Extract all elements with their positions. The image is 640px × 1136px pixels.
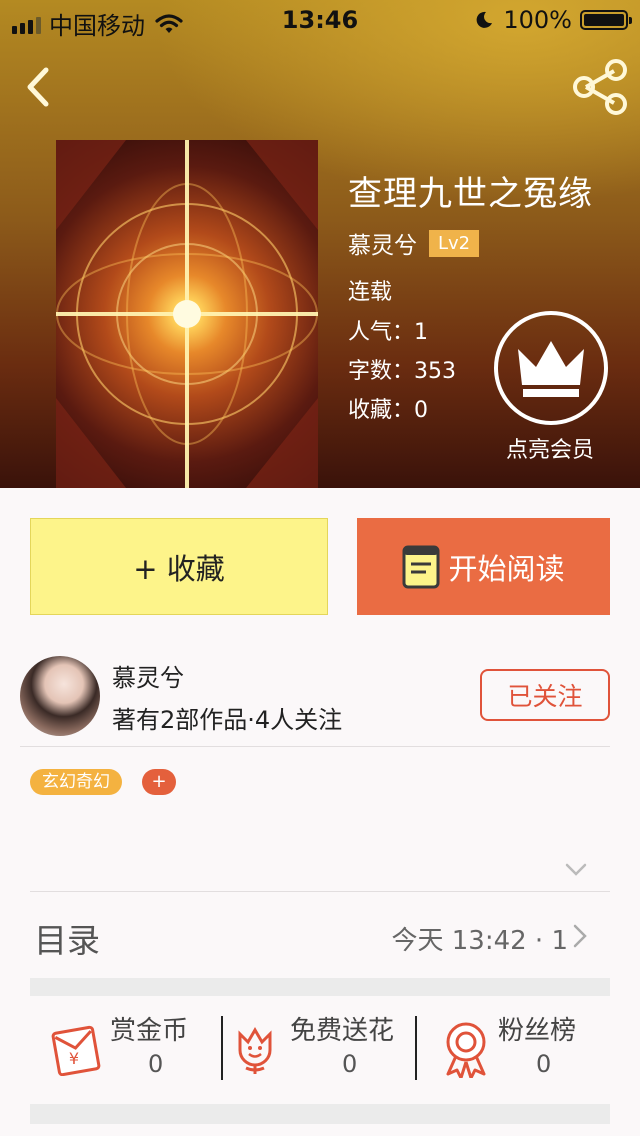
tip-coins-label: 赏金币 [110,1016,189,1046]
status-right: 100% [475,6,632,34]
book-cover-image[interactable] [56,140,318,488]
collect-button[interactable]: + 收藏 [30,518,328,615]
fan-ranking-label: 粉丝榜 [498,1016,577,1046]
divider [20,746,610,747]
section-gap [30,1104,610,1124]
add-tag-button[interactable]: + [142,769,176,795]
table-of-contents-row[interactable]: 目录 今天 13:42 · 1 [0,892,640,978]
author-stats: 著有2部作品·4人关注 [112,706,343,734]
send-flower-label: 免费送花 [290,1016,395,1046]
toc-title: 目录 [34,921,100,960]
author-avatar[interactable] [20,656,100,736]
vip-button[interactable] [494,311,608,425]
separator [221,1016,223,1080]
separator [415,1016,417,1080]
support-actions: ¥ 赏金币 0 免费送花 0 粉丝榜 0 [0,996,640,1104]
fan-ranking-count: 0 [536,1050,552,1078]
send-flower-button[interactable]: 免费送花 0 [230,1012,412,1084]
tip-coins-count: 0 [148,1050,164,1078]
book-header: 中国移动 13:46 100% 查理九世之冤缘 慕灵兮 Lv2 连载 人气：1 … [0,0,640,488]
cover-art [56,140,318,488]
red-envelope-yen-icon: ¥ [51,1025,101,1076]
share-icon[interactable] [570,58,630,116]
status-bar: 中国移动 13:46 100% [0,0,640,40]
moon-icon [477,11,493,28]
book-title: 查理九世之冤缘 [348,174,593,214]
book-word-count: 字数：353 [348,359,456,384]
vip-label[interactable]: 点亮会员 [490,432,610,464]
book-popularity: 人气：1 [348,320,428,345]
follow-button[interactable]: 已关注 [480,669,610,721]
chevron-right-icon [573,924,587,948]
toc-latest-update: 今天 13:42 · 1 [391,926,568,956]
chevron-down-icon[interactable] [564,862,588,878]
author-name[interactable]: 慕灵兮 [112,658,184,693]
book-status: 连载 [348,280,393,305]
genre-tag[interactable]: 玄幻奇幻 [30,769,122,795]
tip-coins-button[interactable]: ¥ 赏金币 0 [48,1012,212,1084]
book-author[interactable]: 慕灵兮 [348,226,417,260]
flower-icon [238,1027,272,1074]
author-level-badge: Lv2 [429,229,480,257]
svg-text:¥: ¥ [69,1049,79,1068]
section-gap [30,978,610,996]
award-ribbon-icon [446,1022,486,1078]
author-card: 慕灵兮 著有2部作品·4人关注 已关注 [0,640,640,746]
battery-percent: 100% [503,6,572,34]
start-reading-label: 开始阅读 [448,551,565,586]
battery-icon [580,10,632,30]
fan-ranking-button[interactable]: 粉丝榜 0 [438,1012,598,1084]
start-reading-button[interactable]: 开始阅读 [357,518,610,615]
book-icon [402,545,440,588]
crown-icon [518,341,584,397]
back-button[interactable] [18,62,58,112]
send-flower-count: 0 [342,1050,358,1078]
book-author-line: 慕灵兮 Lv2 [348,226,480,260]
book-collections: 收藏：0 [348,398,428,423]
